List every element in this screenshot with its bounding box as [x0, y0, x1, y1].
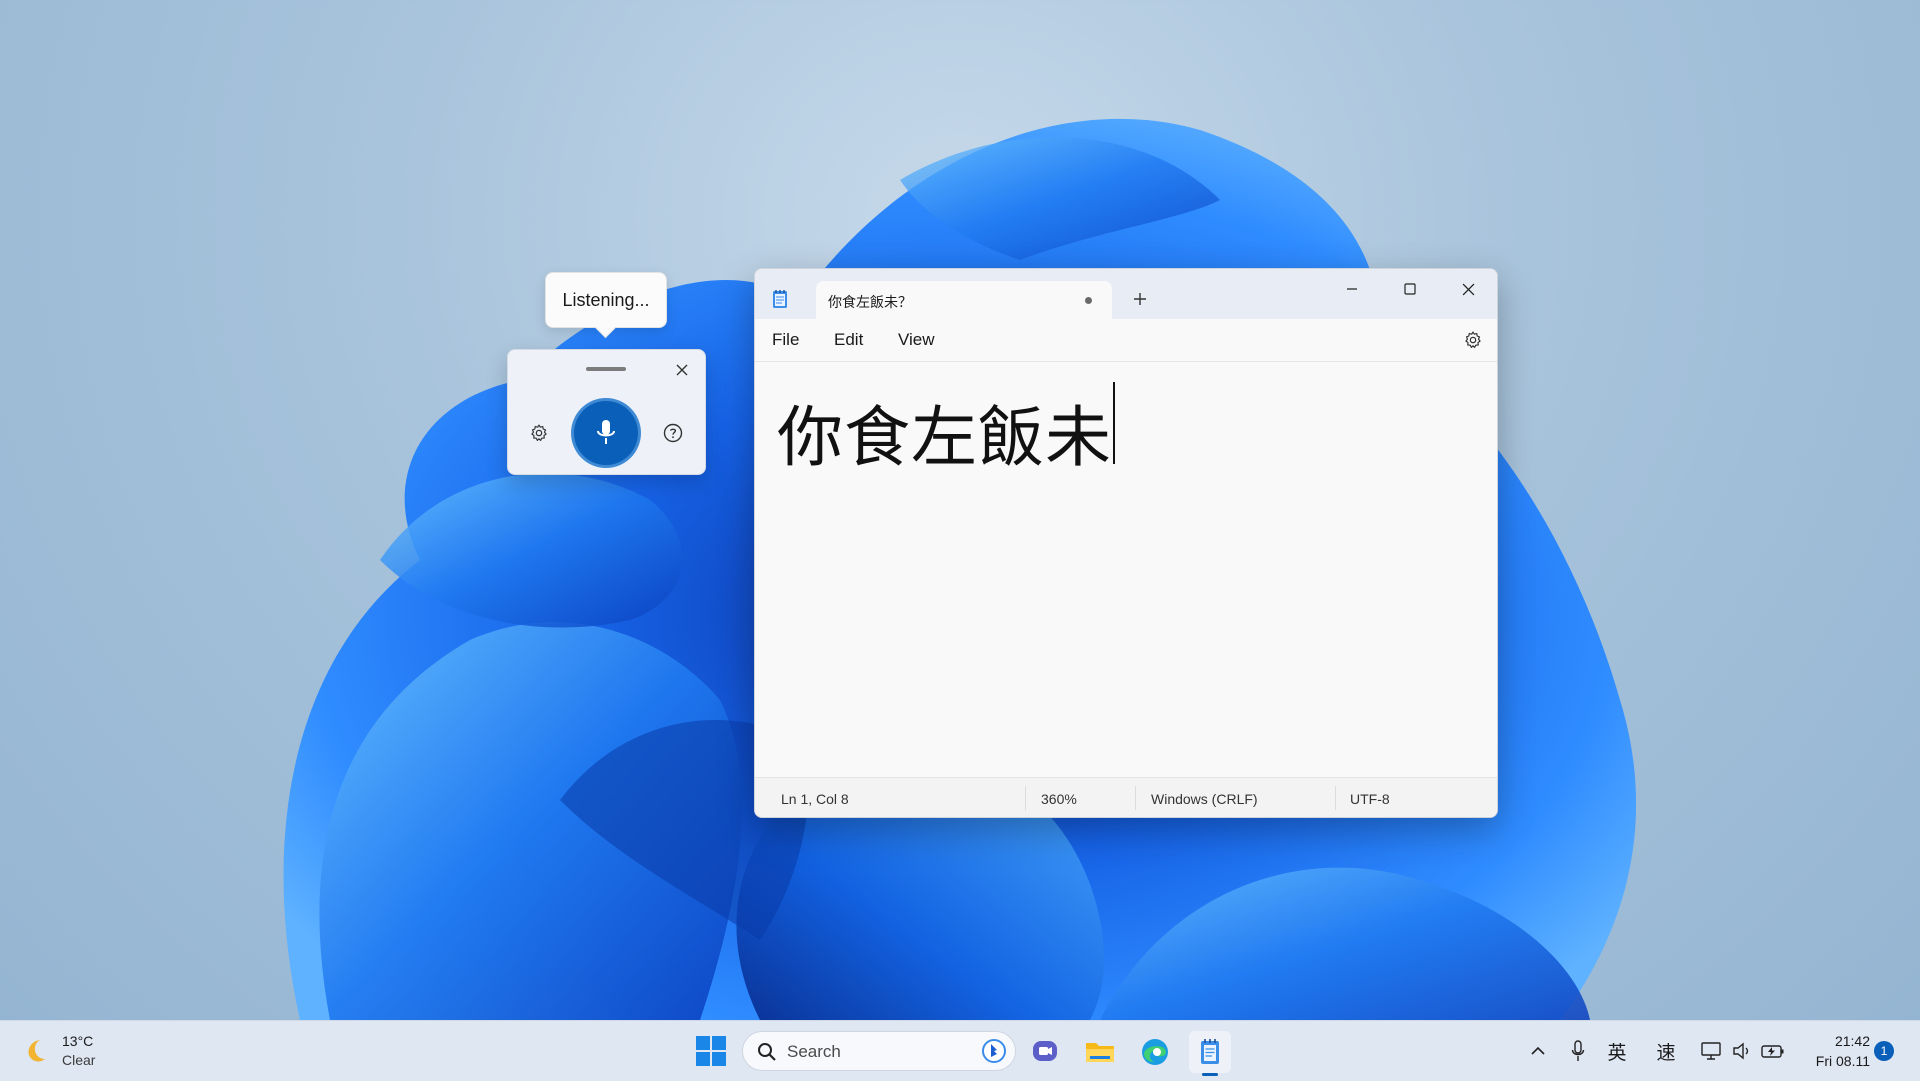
- search-icon: [758, 1043, 776, 1061]
- voice-settings-button[interactable]: [526, 420, 552, 446]
- text-editor[interactable]: 你食左飯未: [755, 362, 1497, 775]
- maximize-icon: [1404, 283, 1416, 295]
- close-icon: [676, 364, 688, 376]
- moon-icon: [28, 1040, 45, 1062]
- clock-date: Fri 08.11: [1815, 1053, 1870, 1069]
- taskbar-teams[interactable]: [1024, 1031, 1066, 1073]
- menu-edit[interactable]: Edit: [834, 330, 863, 350]
- cursor-position: Ln 1, Col 8: [781, 791, 849, 807]
- notepad-icon: [1201, 1039, 1219, 1064]
- chevron-up-icon: [1531, 1046, 1545, 1055]
- document-tab[interactable]: 你食左飯未？: [816, 281, 1112, 319]
- weather-temperature: 13°C: [62, 1033, 94, 1049]
- minimize-button[interactable]: [1323, 269, 1381, 309]
- menu-bar: File Edit View: [755, 319, 1497, 362]
- status-bar: Ln 1, Col 8 360% Windows (CRLF) UTF-8: [755, 777, 1497, 817]
- menu-file[interactable]: File: [772, 330, 799, 350]
- taskbar: 13°C Clear Search 英 速 21:42 Fri 08.11 1: [0, 1020, 1920, 1081]
- battery-charging-icon: [1761, 1045, 1784, 1058]
- encoding[interactable]: UTF-8: [1350, 791, 1390, 807]
- show-hidden-icons-button[interactable]: [1528, 1035, 1548, 1067]
- maximize-button[interactable]: [1381, 269, 1439, 309]
- title-bar[interactable]: 你食左飯未？: [755, 269, 1497, 319]
- tray-battery[interactable]: [1760, 1035, 1786, 1067]
- ime-input-method[interactable]: 速: [1654, 1035, 1678, 1067]
- plus-icon: [1134, 293, 1146, 305]
- taskbar-edge[interactable]: [1134, 1031, 1176, 1073]
- notepad-icon: [773, 290, 787, 308]
- listening-label: Listening...: [562, 289, 650, 310]
- voice-help-button[interactable]: [660, 420, 686, 446]
- tray-network[interactable]: [1700, 1035, 1724, 1067]
- weather-widget[interactable]: 13°C Clear: [22, 1029, 95, 1073]
- tray-microphone[interactable]: [1568, 1035, 1588, 1067]
- status-divider: [1335, 786, 1336, 810]
- tab-title: 你食左飯未？: [828, 294, 912, 310]
- status-divider: [1025, 786, 1026, 810]
- zoom-level[interactable]: 360%: [1041, 791, 1077, 807]
- menu-view[interactable]: View: [898, 330, 935, 350]
- editor-content: 你食左飯未: [777, 399, 1112, 476]
- gear-icon: [1465, 331, 1481, 348]
- microphone-button[interactable]: [574, 401, 638, 465]
- help-circle-icon: [663, 423, 683, 443]
- voice-typing-panel: [507, 349, 706, 475]
- weather-condition: Clear: [62, 1052, 96, 1068]
- start-button[interactable]: [693, 1033, 729, 1069]
- folder-icon: [1086, 1043, 1114, 1062]
- taskbar-notepad[interactable]: [1189, 1031, 1231, 1076]
- minimize-icon: [1347, 288, 1357, 290]
- windows-logo-icon: [696, 1036, 726, 1066]
- close-button[interactable]: [1439, 269, 1497, 309]
- close-icon: [1462, 283, 1474, 295]
- microphone-icon: [1571, 1040, 1585, 1061]
- drag-handle[interactable]: [586, 367, 626, 371]
- notepad-settings-button[interactable]: [1461, 328, 1485, 352]
- new-tab-button[interactable]: [1128, 287, 1152, 311]
- unsaved-indicator: [1085, 297, 1092, 304]
- ime-mode-indicator[interactable]: 英: [1605, 1035, 1629, 1067]
- network-icon: [1701, 1042, 1721, 1060]
- tray-volume[interactable]: [1730, 1035, 1754, 1067]
- edge-browser-icon: [1142, 1039, 1168, 1065]
- status-divider: [1135, 786, 1136, 810]
- chat-icon: [1033, 1041, 1057, 1061]
- voice-close-button[interactable]: [671, 359, 693, 381]
- clock-time: 21:42: [1834, 1033, 1870, 1049]
- line-endings[interactable]: Windows (CRLF): [1151, 791, 1258, 807]
- bing-icon: [982, 1039, 1006, 1063]
- search-label: Search: [787, 1042, 841, 1061]
- gear-icon: [531, 424, 547, 441]
- notepad-window: 你食左飯未？ File Edit View 你食左飯未 Ln 1, Col 8 …: [754, 268, 1498, 818]
- speaker-icon: [1733, 1042, 1749, 1060]
- taskbar-file-explorer[interactable]: [1079, 1031, 1121, 1073]
- listening-tooltip: Listening...: [545, 272, 667, 328]
- microphone-icon: [597, 420, 615, 444]
- text-caret: [1113, 382, 1115, 464]
- taskbar-search[interactable]: Search: [742, 1031, 1016, 1071]
- taskbar-clock[interactable]: 21:42 Fri 08.11: [1800, 1031, 1870, 1071]
- notification-badge[interactable]: 1: [1874, 1041, 1894, 1061]
